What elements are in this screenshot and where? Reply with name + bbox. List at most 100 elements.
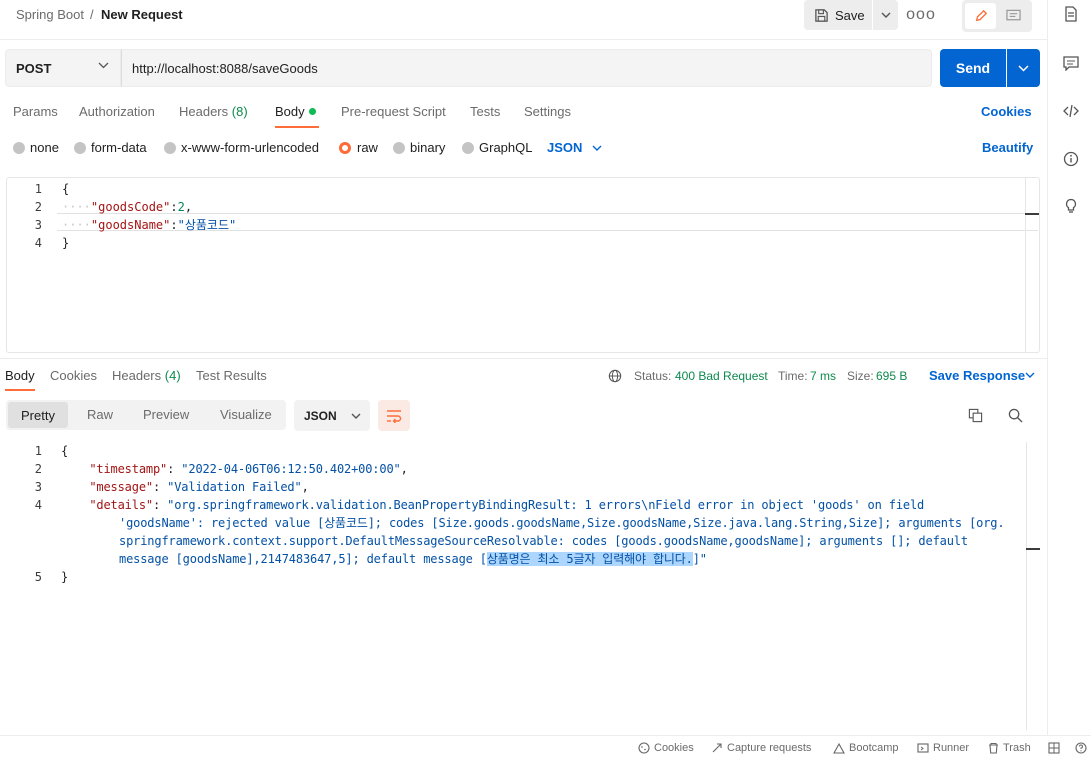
more-actions-button[interactable]: ooo (906, 0, 936, 30)
json-value-part: message [goodsName],2147483647,5]; defau… (119, 552, 487, 566)
radio-form-data-label[interactable]: form-data (91, 140, 147, 155)
cookies-link[interactable]: Cookies (981, 104, 1032, 119)
save-response-button[interactable]: Save Response (929, 368, 1025, 383)
tab-settings[interactable]: Settings (524, 104, 571, 119)
chevron-down-icon (592, 145, 602, 151)
json-value: "Validation Failed" (167, 480, 302, 494)
selected-text: 상품명은 최소 5글자 입력해야 합니다. (486, 552, 693, 566)
radio-raw[interactable] (339, 142, 351, 154)
brace-open: { (62, 182, 70, 196)
line-number: 4 (34, 498, 42, 512)
response-tab-test-results[interactable]: Test Results (196, 368, 267, 383)
view-raw-button[interactable]: Raw (87, 407, 113, 422)
beautify-button[interactable]: Beautify (982, 140, 1033, 155)
cookie-icon (638, 742, 650, 754)
url-input[interactable]: http://localhost:8088/saveGoods (121, 49, 932, 87)
brace-open: { (61, 444, 69, 458)
footer-capture-label: Capture requests (727, 742, 812, 754)
response-divider (0, 358, 1047, 359)
documentation-icon[interactable] (1063, 6, 1079, 22)
tab-body[interactable]: Body (275, 104, 305, 119)
radio-none-label[interactable]: none (30, 140, 59, 155)
view-pretty-button[interactable]: Pretty (8, 402, 68, 428)
footer-capture[interactable]: Capture requests (711, 742, 811, 754)
code-icon[interactable] (1063, 103, 1079, 119)
request-code: { ····"goodsCode":2, ····"goodsName":"상품… (62, 180, 236, 252)
footer-cookies-label: Cookies (654, 742, 694, 754)
tab-authorization[interactable]: Authorization (79, 104, 155, 119)
help-icon[interactable] (1075, 742, 1087, 754)
line-number: 3 (34, 218, 42, 232)
radio-binary-label[interactable]: binary (410, 140, 445, 155)
body-indicator-dot (309, 108, 316, 115)
status-label: Status: (634, 369, 672, 383)
code-line-wrapped: springframework.context.support.DefaultM… (119, 534, 968, 548)
footer-bootcamp[interactable]: Bootcamp (833, 742, 899, 754)
json-key: "goodsName" (90, 218, 171, 232)
request-line-gutter: 1 2 3 4 (6, 180, 42, 252)
wrap-lines-button[interactable] (378, 400, 410, 431)
save-options-button[interactable] (873, 0, 898, 30)
json-value-part: ]" (692, 552, 707, 566)
code-line-wrapped: message [goodsName],2147483647,5]; defau… (61, 550, 1004, 568)
lightbulb-icon[interactable] (1063, 198, 1079, 214)
tab-tests[interactable]: Tests (470, 104, 500, 119)
breadcrumb-request-name[interactable]: New Request (101, 7, 183, 22)
code-line: } (61, 568, 1004, 586)
view-visualize-button[interactable]: Visualize (220, 407, 272, 422)
tab-headers[interactable]: Headers (8) (179, 104, 248, 119)
code-line: { (62, 180, 236, 198)
runner-icon (917, 742, 929, 754)
pencil-icon (974, 9, 988, 23)
wrap-icon (386, 409, 402, 423)
footer-cookies[interactable]: Cookies (638, 742, 694, 754)
scrollbar-thumb[interactable] (1026, 548, 1040, 550)
line-number: 5 (34, 570, 42, 584)
send-options-button[interactable] (1007, 49, 1040, 87)
radio-urlencoded[interactable] (164, 142, 176, 154)
radio-binary[interactable] (393, 142, 405, 154)
response-line-gutter: 1 2 3 4 5 (6, 442, 42, 586)
save-label: Save (835, 7, 865, 23)
response-format-label: JSON (304, 408, 337, 423)
copy-icon[interactable] (968, 408, 983, 423)
globe-icon[interactable] (608, 369, 622, 383)
radio-urlencoded-label[interactable]: x-www-form-urlencoded (181, 140, 319, 155)
view-preview-button[interactable]: Preview (143, 407, 189, 422)
json-key: "goodsCode" (90, 200, 171, 214)
radio-raw-label[interactable]: raw (357, 140, 378, 155)
footer-trash[interactable]: Trash (988, 742, 1031, 754)
response-tab-headers[interactable]: Headers (4) (112, 368, 181, 383)
radio-graphql-label[interactable]: GraphQL (479, 140, 532, 155)
json-value: "상품코드" (177, 218, 237, 232)
response-format-select[interactable]: JSON (294, 400, 370, 431)
tab-params[interactable]: Params (13, 104, 58, 119)
search-icon[interactable] (1008, 408, 1023, 423)
response-code[interactable]: { "timestamp": "2022-04-06T06:12:50.402+… (61, 442, 1005, 586)
save-button[interactable]: Save (804, 0, 872, 30)
breadcrumb-collection[interactable]: Spring Boot (16, 7, 84, 22)
edit-mode-button[interactable] (965, 3, 996, 29)
status-value[interactable]: 400 Bad Request (675, 369, 768, 383)
line-number: 1 (34, 444, 42, 458)
size-value[interactable]: 695 B (876, 369, 907, 383)
info-icon[interactable] (1063, 151, 1079, 167)
response-tab-cookies[interactable]: Cookies (50, 368, 97, 383)
footer-runner[interactable]: Runner (917, 742, 969, 754)
time-value[interactable]: 7 ms (810, 369, 836, 383)
comment-mode-button[interactable] (998, 3, 1029, 29)
radio-form-data[interactable] (74, 142, 86, 154)
scrollbar-thumb[interactable] (1025, 213, 1039, 215)
response-tab-body[interactable]: Body (5, 368, 35, 383)
chevron-down-icon (351, 413, 361, 419)
tab-pre-request-script[interactable]: Pre-request Script (341, 104, 446, 119)
radio-graphql[interactable] (462, 142, 474, 154)
comments-icon[interactable] (1063, 55, 1079, 71)
two-pane-icon[interactable] (1048, 742, 1060, 754)
send-button[interactable]: Send (940, 49, 1006, 87)
body-format-select[interactable]: JSON (547, 140, 582, 155)
radio-none[interactable] (13, 142, 25, 154)
editor-scrollbar[interactable] (1025, 178, 1026, 352)
code-line: "message": "Validation Failed", (89, 480, 309, 494)
response-scrollbar[interactable] (1026, 442, 1027, 730)
